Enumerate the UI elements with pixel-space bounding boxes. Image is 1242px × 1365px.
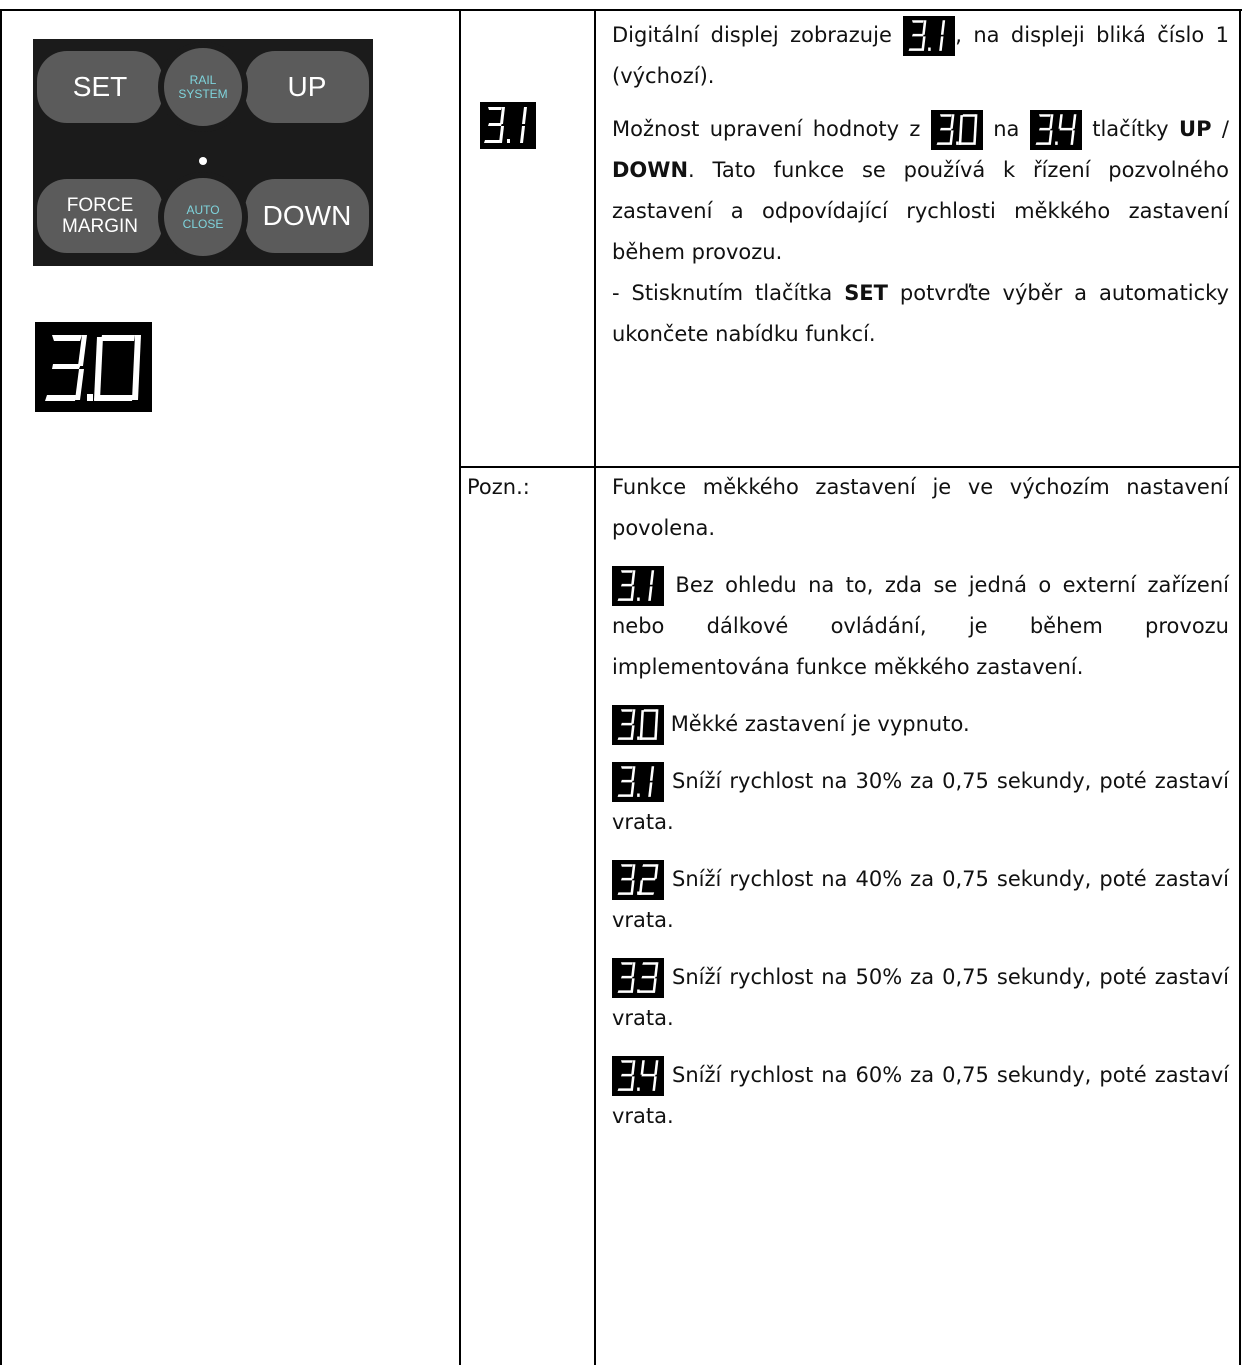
rail-label-2: SYSTEM (178, 87, 228, 101)
main-p2-up: UP (1179, 117, 1212, 141)
main-p3-a: - Stisknutím tlačítka (612, 281, 833, 305)
main-p2: Možnost upravení hodnoty z na tlačítky U… (612, 109, 1229, 273)
note-n5: Sníží rychlost na 40% za 0,75 sekundy, p… (612, 867, 1229, 932)
down-button[interactable]: DOWN (245, 179, 369, 253)
up-button[interactable]: UP (245, 51, 369, 123)
note-item-3-3: Sníží rychlost na 50% za 0,75 sekundy, p… (612, 957, 1229, 1039)
note-display-3-1 (612, 566, 664, 606)
main-p2-down: DOWN (612, 158, 689, 182)
note-n2: Bez ohledu na to, zda se jedná o externí… (612, 573, 1229, 679)
note-display-3-1b (612, 762, 664, 802)
main-p3-set: SET (844, 281, 888, 305)
main-p2-b: na (993, 117, 1020, 141)
table-col-divider-1 (459, 9, 461, 1365)
main-p1-a: Digitální displej zobrazuje (612, 23, 892, 47)
up-button-label: UP (287, 71, 327, 102)
set-button-label: SET (72, 71, 128, 102)
note-n4: Sníží rychlost na 30% za 0,75 sekundy, p… (612, 769, 1229, 834)
table-top-border (0, 9, 1242, 11)
auto-close-button[interactable]: AUTO CLOSE (158, 172, 248, 262)
set-button[interactable]: SET (37, 51, 163, 123)
force-margin-button[interactable]: FORCE MARGIN (37, 179, 163, 253)
auto-label-2: CLOSE (182, 217, 224, 231)
inline-display-3-0 (930, 110, 983, 150)
note-item-3-0: Měkké zastavení je vypnuto. (612, 704, 1229, 745)
display-3-0-digits (45, 335, 141, 401)
rail-system-button[interactable]: RAIL SYSTEM (158, 42, 248, 132)
main-p1: Digitální displej zobrazuje , na displej… (612, 15, 1229, 97)
main-p2-d: . Tato funkce se používá k řízení pozvol… (612, 158, 1229, 264)
note-n1: Funkce měkkého zastavení je ve výchozím … (612, 475, 1229, 540)
note-item-3-1b: Sníží rychlost na 30% za 0,75 sekundy, p… (612, 761, 1229, 843)
table-col-divider-2 (594, 9, 596, 1365)
table-left-border (0, 9, 2, 1365)
force-label-2: MARGIN (62, 216, 138, 237)
note-label: Pozn.: (467, 475, 530, 499)
display-3-1 (480, 102, 536, 149)
note-n7: Sníží rychlost na 60% za 0,75 sekundy, p… (612, 1063, 1229, 1128)
main-description: Digitální displej zobrazuje , na displej… (612, 15, 1229, 355)
force-label-1: FORCE (66, 195, 134, 216)
down-button-label: DOWN (262, 200, 352, 231)
note-item-3-2: Sníží rychlost na 40% za 0,75 sekundy, p… (612, 859, 1229, 941)
main-p2-a: Možnost upravení hodnoty z (612, 117, 921, 141)
note-display-3-4 (612, 1056, 664, 1096)
note-item-3-1: Bez ohledu na to, zda se jedná o externí… (612, 565, 1229, 688)
note-display-3-3 (612, 958, 664, 998)
display-3-1-digits (484, 107, 527, 143)
display-3-0-large (35, 322, 152, 412)
main-p3: - Stisknutím tlačítka SET potvrďte výběr… (612, 273, 1229, 355)
rail-label-1: RAIL (189, 73, 217, 87)
main-p2-sep: / (1221, 117, 1229, 141)
table-right-border (1239, 9, 1241, 1365)
inline-display-3-1 (903, 16, 956, 56)
main-p2-c: tlačítky (1092, 117, 1169, 141)
control-panel: SET UP RAIL SYSTEM FORCE MARGIN DOWN AUT… (33, 39, 373, 266)
inline-display-3-4 (1029, 110, 1082, 150)
note-n3: Měkké zastavení je vypnuto. (670, 712, 970, 736)
note-display-3-0 (612, 705, 664, 745)
auto-label-1: AUTO (186, 203, 220, 217)
note-content: Funkce měkkého zastavení je ve výchozím … (612, 467, 1229, 1137)
note-display-3-2 (612, 860, 664, 900)
note-item-3-4: Sníží rychlost na 60% za 0,75 sekundy, p… (612, 1055, 1229, 1137)
status-led (199, 157, 207, 165)
note-n6: Sníží rychlost na 50% za 0,75 sekundy, p… (612, 965, 1229, 1030)
